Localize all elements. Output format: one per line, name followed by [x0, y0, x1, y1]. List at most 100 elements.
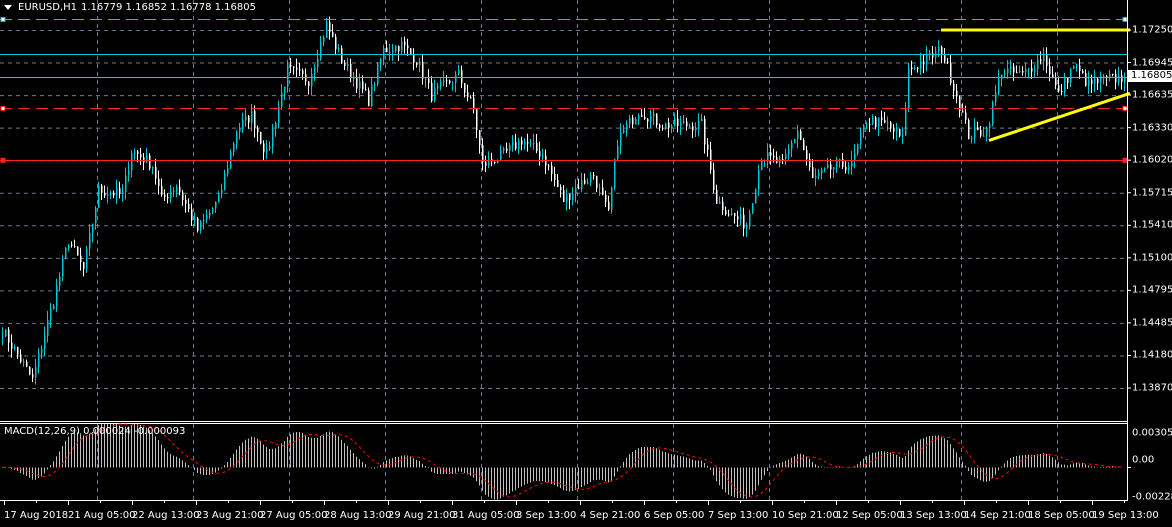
candle-body — [113, 193, 115, 196]
candle-body — [452, 82, 454, 84]
candle-body — [386, 47, 388, 53]
price-chart[interactable] — [0, 0, 1172, 527]
candle-body — [878, 117, 880, 128]
candle-body — [590, 174, 592, 183]
price-axis-label: 1.15410 — [1132, 219, 1172, 231]
candle-body — [257, 128, 259, 133]
candle-body — [584, 180, 586, 184]
candle-body — [566, 193, 568, 202]
candle-body — [317, 58, 319, 68]
time-axis-label: 3 Sep 13:00 — [516, 510, 577, 521]
price-axis-label: 1.16020 — [1132, 154, 1172, 166]
candle-body — [977, 127, 979, 130]
candle-body — [1091, 79, 1093, 84]
candle-body — [371, 84, 373, 107]
candle-body — [728, 214, 730, 216]
candle-body — [383, 47, 385, 60]
candle-body — [563, 190, 565, 202]
candle-body — [98, 185, 100, 209]
candle-body — [464, 83, 466, 93]
candle-body — [569, 193, 571, 201]
candle-body — [434, 87, 436, 101]
candle-body — [755, 189, 757, 204]
candle-body — [248, 116, 250, 123]
candle-body — [311, 74, 313, 87]
dropdown-triangle-icon[interactable] — [4, 5, 12, 10]
time-axis-label: 7 Sep 13:00 — [708, 510, 769, 521]
candle-body — [254, 110, 256, 129]
candle-body — [176, 186, 178, 191]
candle-body — [650, 116, 652, 122]
time-axis-label: 10 Sep 21:00 — [772, 510, 839, 521]
time-axis-label: 22 Aug 13:00 — [132, 510, 200, 521]
candle-body — [632, 117, 634, 125]
candle-body — [149, 155, 151, 169]
candle-body — [95, 208, 97, 224]
candle-body — [950, 62, 952, 84]
candle-body — [821, 169, 823, 174]
candle-body — [437, 85, 439, 88]
candle-body — [1043, 53, 1045, 62]
candle-body — [818, 173, 820, 177]
candle-body — [665, 122, 667, 129]
trendline — [988, 91, 1131, 142]
candle-body — [845, 166, 847, 171]
candle-body — [14, 347, 16, 349]
candle-body — [116, 188, 118, 196]
candle-body — [839, 158, 841, 160]
level-handle — [1122, 157, 1128, 163]
candle-body — [203, 219, 205, 222]
candle-body — [707, 144, 709, 150]
candle-body — [791, 143, 793, 149]
price-axis-label: 1.14180 — [1132, 349, 1172, 361]
candle-body — [251, 110, 253, 123]
candle-body — [944, 54, 946, 62]
candle-body — [815, 176, 817, 178]
candle-body — [680, 122, 682, 126]
macd-axis-min: -0.002282 — [1132, 491, 1172, 503]
candle-body — [374, 83, 376, 85]
time-axis-label: 13 Sep 13:00 — [900, 510, 967, 521]
time-axis-label: 18 Sep 05:00 — [1028, 510, 1095, 521]
candle-body — [119, 188, 121, 194]
candle-body — [1016, 72, 1018, 74]
time-axis-label: 19 Sep 13:00 — [1092, 510, 1159, 521]
candle-body — [356, 77, 358, 89]
candle-body — [332, 32, 334, 37]
candle-body — [479, 130, 481, 146]
time-axis-label: 14 Sep 21:00 — [964, 510, 1031, 521]
candle-body — [782, 159, 784, 161]
candle-body — [659, 125, 661, 128]
candle-body — [587, 182, 589, 184]
candle-body — [173, 190, 175, 193]
candle-body — [209, 212, 211, 216]
candle-body — [440, 82, 442, 86]
candle-body — [620, 132, 622, 146]
candle-body — [302, 70, 304, 74]
time-axis-label: 27 Aug 05:00 — [260, 510, 328, 521]
candle-body — [110, 193, 112, 195]
candle-body — [470, 97, 472, 99]
candle-body — [797, 131, 799, 139]
candle-body — [785, 154, 787, 160]
candle-body — [674, 118, 676, 126]
candle-body — [446, 80, 448, 82]
candle-body — [647, 119, 649, 122]
candle-body — [380, 59, 382, 65]
candle-body — [1076, 65, 1078, 67]
candle-body — [329, 21, 331, 33]
candle-body — [200, 221, 202, 231]
candle-body — [41, 348, 43, 354]
candle-body — [812, 167, 814, 178]
candle-body — [155, 166, 157, 179]
time-axis-label: 12 Sep 05:00 — [836, 510, 903, 521]
candle-body — [1007, 68, 1009, 73]
price-axis-label: 1.15100 — [1132, 252, 1172, 264]
candle-body — [506, 148, 508, 151]
macd-axis-zero: 0.00 — [1132, 454, 1155, 466]
candle-body — [605, 194, 607, 202]
candle-body — [920, 61, 922, 69]
candle-body — [482, 145, 484, 162]
candle-body — [194, 218, 196, 221]
candle-body — [884, 119, 886, 123]
